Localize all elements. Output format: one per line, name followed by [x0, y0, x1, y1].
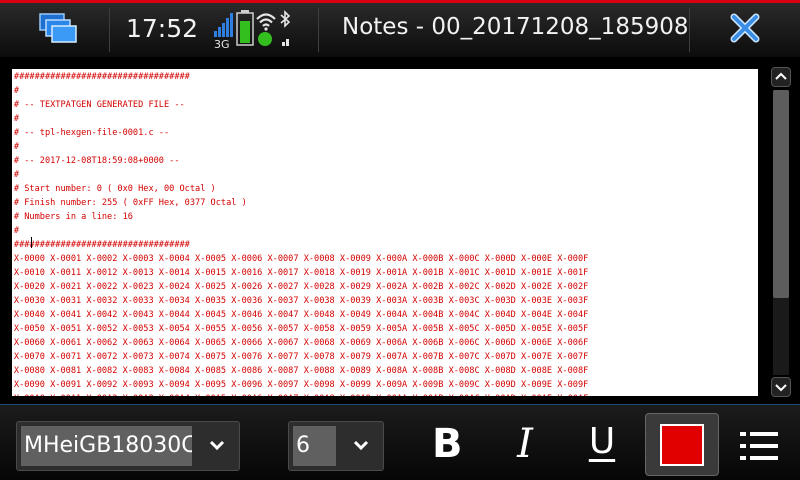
battery-icon [236, 10, 254, 46]
bluetooth-icon [280, 10, 291, 28]
network-type-label: 3G [214, 38, 230, 50]
signal-icon: 3G [214, 13, 233, 50]
chevron-down-icon [775, 384, 787, 392]
text-cursor [31, 237, 32, 248]
font-selector[interactable]: MHeiGB18030C-M [16, 421, 240, 471]
font-dropdown-button[interactable] [195, 422, 239, 470]
note-text[interactable]: ################################## # # -… [12, 69, 724, 396]
chevron-down-icon [353, 440, 369, 451]
font-size-value[interactable]: 6 [293, 426, 336, 466]
font-name-value[interactable]: MHeiGB18030C-M [21, 426, 192, 466]
menu-icon [740, 432, 778, 460]
size-dropdown-button[interactable] [339, 422, 383, 470]
task-switcher-button[interactable] [34, 10, 78, 48]
divider [109, 8, 110, 52]
status-bar: 17:52 3G Notes - 00_20171208_185908 [0, 0, 800, 57]
status-indicator-dot [258, 32, 272, 46]
divider [689, 8, 690, 52]
font-size-selector[interactable]: 6 [288, 421, 384, 471]
text-color-button[interactable] [645, 413, 719, 476]
status-accent-line [0, 0, 800, 3]
scroll-down-button[interactable] [771, 377, 791, 397]
bold-button[interactable]: B [432, 421, 463, 467]
task-switcher-icon [39, 13, 77, 43]
chevron-up-icon [775, 72, 787, 80]
close-button[interactable] [729, 12, 761, 44]
italic-button[interactable]: I [510, 421, 540, 467]
chevron-down-icon [209, 440, 225, 451]
connection-icon [282, 39, 289, 46]
divider [318, 8, 319, 52]
close-icon [730, 13, 760, 43]
underline-button[interactable]: U [587, 421, 617, 462]
toolbar-accent-line [0, 404, 800, 405]
scroll-up-button[interactable] [771, 67, 791, 87]
note-editor[interactable]: ################################## # # -… [12, 69, 758, 396]
window-title: Notes - 00_20171208_185908 [342, 14, 689, 40]
scrollbar-thumb[interactable] [773, 90, 789, 298]
wifi-icon [256, 13, 276, 31]
options-menu-button[interactable] [740, 430, 780, 462]
color-swatch [660, 424, 704, 466]
scrollbar-track[interactable] [773, 90, 789, 375]
clock: 17:52 [126, 14, 199, 43]
